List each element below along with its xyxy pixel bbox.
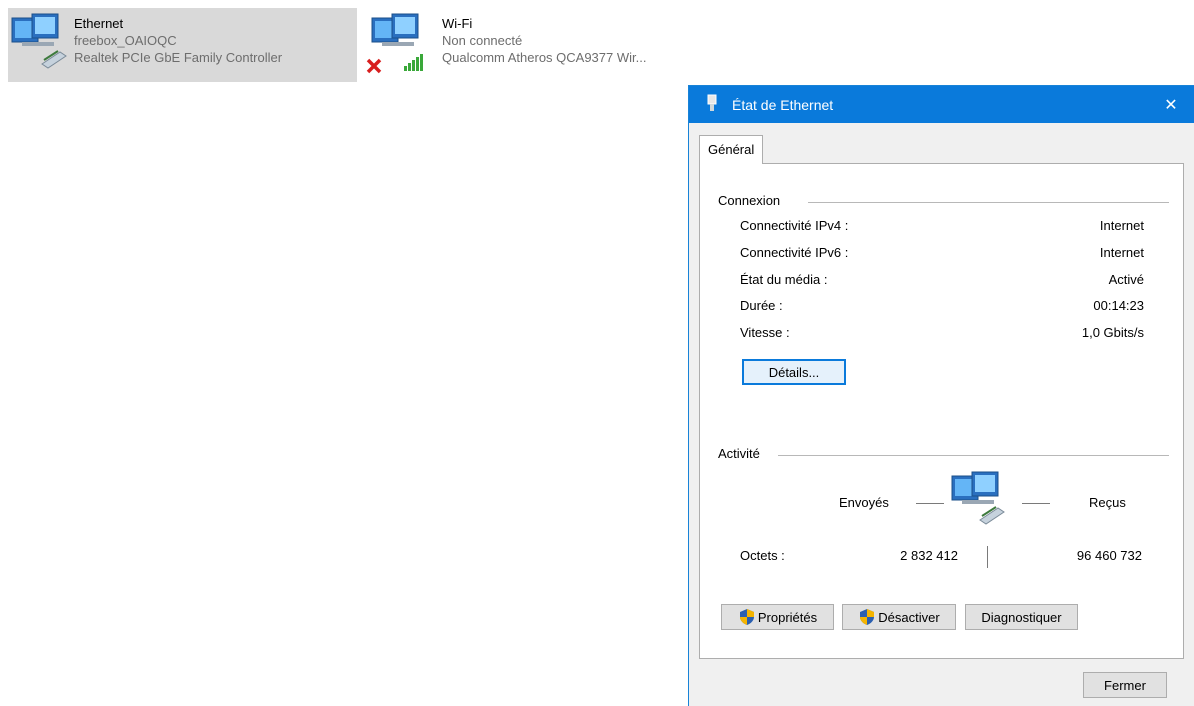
adapter-wifi-name: Wi-Fi [442, 16, 473, 31]
adapter-ethernet-device: Realtek PCIe GbE Family Controller [74, 50, 283, 65]
group-divider [808, 202, 1169, 203]
signal-bars-icon [404, 54, 423, 71]
connexion-row: Durée : 00:14:23 [740, 298, 1144, 313]
bytes-sent-value: 2 832 412 [900, 548, 958, 563]
group-activite-label: Activité [718, 446, 770, 461]
connexion-row: Connectivité IPv6 : Internet [740, 245, 1144, 260]
uac-shield-icon [858, 608, 876, 626]
adapter-wifi[interactable]: Wi-Fi Non connecté Qualcomm Atheros QCA9… [362, 8, 722, 82]
uac-shield-icon [738, 608, 756, 626]
network-adapter-icon [8, 8, 74, 82]
adapter-ethernet-name: Ethernet [74, 16, 124, 31]
connexion-row: Connectivité IPv4 : Internet [740, 218, 1144, 233]
properties-button-label: Propriétés [757, 609, 818, 625]
row-value: 00:14:23 [1093, 298, 1144, 313]
row-label: État du média : [740, 272, 828, 287]
adapter-wifi-status: Non connecté [442, 33, 523, 48]
row-value: Internet [1099, 218, 1144, 233]
row-value: Internet [1099, 245, 1144, 260]
bytes-received-value: 96 460 732 [1076, 548, 1142, 563]
row-value: Activé [1108, 272, 1144, 287]
wifi-adapter-icon [362, 8, 428, 82]
sent-label: Envoyés [839, 495, 889, 510]
connexion-row: Vitesse : 1,0 Gbits/s [740, 325, 1144, 340]
received-dash [1022, 503, 1050, 504]
bytes-label: Octets : [740, 548, 785, 563]
disable-button-label: Désactiver [878, 609, 940, 625]
connexion-row: État du média : Activé [740, 272, 1144, 287]
close-button[interactable]: Fermer [1083, 672, 1167, 698]
row-value: 1,0 Gbits/s [1081, 325, 1144, 340]
ethernet-status-dialog: État de Ethernet ✕ Général Connexion Con… [688, 85, 1194, 706]
ethernet-plug-icon [706, 94, 724, 115]
dialog-title: État de Ethernet [732, 96, 834, 113]
close-icon[interactable]: ✕ [1148, 86, 1194, 123]
network-activity-icon [950, 470, 1016, 535]
details-button[interactable]: Détails... [742, 359, 846, 385]
activity-divider [987, 546, 988, 568]
disable-button[interactable]: Désactiver [842, 604, 956, 630]
row-label: Connectivité IPv6 : [740, 245, 849, 260]
adapter-wifi-device: Qualcomm Atheros QCA9377 Wir... [442, 50, 647, 65]
row-label: Vitesse : [740, 325, 790, 340]
adapter-ethernet[interactable]: Ethernet freebox_OAIOQC Realtek PCIe GbE… [8, 8, 357, 82]
dialog-titlebar[interactable]: État de Ethernet ✕ [689, 86, 1194, 123]
adapter-ethernet-network: freebox_OAIOQC [74, 33, 177, 48]
received-label: Reçus [1089, 495, 1126, 510]
row-label: Durée : [740, 298, 783, 313]
row-label: Connectivité IPv4 : [740, 218, 849, 233]
tab-general[interactable]: Général [699, 135, 764, 164]
disconnected-x-icon [366, 58, 382, 74]
properties-button[interactable]: Propriétés [721, 604, 834, 630]
tab-panel-general: Connexion Connectivité IPv4 : Internet C… [699, 163, 1184, 659]
group-connexion-label: Connexion [718, 193, 791, 208]
diagnose-button[interactable]: Diagnostiquer [965, 604, 1078, 630]
sent-dash [916, 503, 944, 504]
group-divider [778, 455, 1169, 456]
